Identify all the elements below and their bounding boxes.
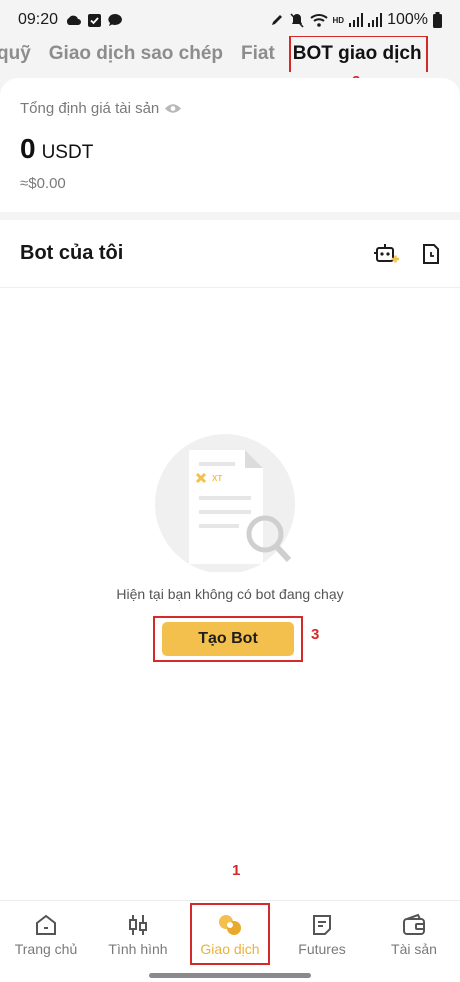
nav-assets-label: Tài sản [391, 941, 437, 957]
mute-icon [289, 13, 304, 28]
eye-icon[interactable] [165, 103, 182, 114]
create-bot-button[interactable]: Tạo Bot [162, 622, 294, 656]
asset-value: 0 [20, 133, 36, 164]
home-indicator[interactable] [149, 973, 311, 978]
battery-percent: 100% [387, 11, 428, 28]
empty-text: Hiện tại bạn không có bot đang chạy [116, 586, 344, 602]
nav-home[interactable]: Trang chủ [0, 901, 92, 982]
nav-market[interactable]: Tình hình [92, 901, 184, 982]
nav-trade-label: Giao dịch [200, 941, 260, 957]
bots-header: Bot của tôi [0, 220, 460, 288]
nav-futures-label: Futures [298, 941, 346, 957]
nav-assets[interactable]: Tài sản [368, 901, 460, 982]
wifi-icon [309, 14, 328, 27]
nav-trade[interactable]: Giao dịch [184, 901, 276, 982]
annotation-1: 1 [232, 862, 241, 879]
asset-unit: USDT [41, 142, 94, 163]
annotation-3: 3 [311, 626, 320, 643]
candlestick-icon [129, 915, 147, 935]
status-bar: 09:20 HD 100% [0, 0, 460, 40]
cloud-icon [66, 15, 82, 25]
tab-fiat[interactable]: Fiat [241, 43, 275, 65]
asset-approx: ≈$0.00 [20, 175, 66, 192]
status-left: 09:20 [18, 11, 122, 29]
status-right: HD 100% [270, 11, 442, 29]
add-bot-icon[interactable] [374, 242, 400, 266]
battery-icon [433, 12, 442, 28]
nav-futures[interactable]: Futures [276, 901, 368, 982]
tab-bot-trading[interactable]: BOT giao dịch [288, 36, 428, 72]
my-bots-panel: Bot của tôi XT Hiện tại bạn không có bot… [0, 220, 460, 900]
empty-document-icon [155, 434, 295, 574]
empty-state: XT Hiện tại bạn không có bot đang chạy [0, 432, 460, 602]
art-badge: XT [212, 474, 223, 483]
futures-icon [313, 915, 331, 935]
trade-tabs: quỹ Giao dịch sao chép Fiat BOT giao dịc… [0, 36, 460, 72]
nav-home-label: Trang chủ [14, 941, 78, 957]
asset-value-row: 0 USDT [20, 133, 440, 165]
asset-label-row: Tổng định giá tài sản [20, 100, 440, 117]
check-square-icon [88, 13, 102, 27]
home-icon [36, 914, 56, 935]
status-time: 09:20 [18, 11, 59, 28]
tab-fund[interactable]: quỹ [0, 43, 31, 65]
pen-icon [271, 15, 282, 25]
nav-market-label: Tình hình [108, 941, 168, 957]
hd-icon: HD [332, 15, 345, 25]
history-icon[interactable] [422, 243, 440, 264]
empty-illustration: XT [155, 432, 305, 574]
signal-icon [349, 13, 364, 27]
asset-card: Tổng định giá tài sản 0 USDT ≈$0.00 [0, 78, 460, 212]
bottom-nav: Trang chủ Tình hình Giao dịch Futures Tà… [0, 900, 460, 982]
bots-actions [374, 242, 440, 266]
wallet-icon [403, 913, 425, 935]
tab-copy-trading[interactable]: Giao dịch sao chép [49, 43, 223, 65]
bots-title: Bot của tôi [20, 242, 124, 264]
asset-label: Tổng định giá tài sản [20, 100, 160, 117]
create-bot-highlight: Tạo Bot [153, 616, 303, 662]
chat-bubble-icon [108, 13, 122, 26]
trade-icon [219, 915, 241, 935]
signal-r-icon [368, 13, 383, 27]
